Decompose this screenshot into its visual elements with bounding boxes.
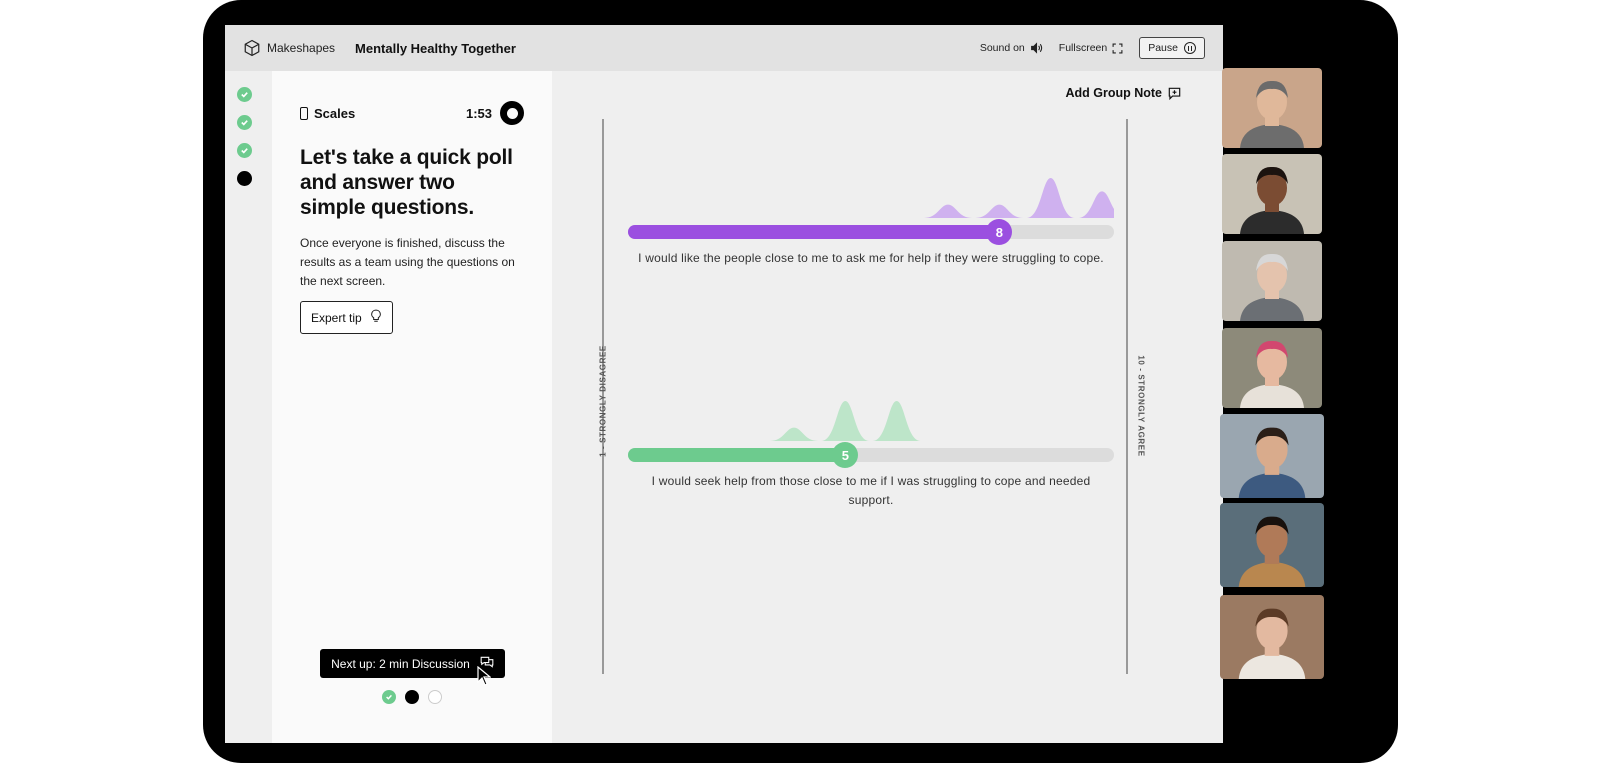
- add-note-icon: [1168, 87, 1181, 100]
- expert-tip-label: Expert tip: [311, 310, 362, 325]
- activity-header: Scales 1:53: [300, 101, 524, 125]
- distribution-hump-8: [975, 204, 1024, 218]
- add-note-label: Add Group Note: [1065, 86, 1162, 100]
- next-up-label: Next up: 2 min Discussion: [331, 656, 470, 671]
- question-text: I would like the people close to me to a…: [638, 251, 1104, 265]
- logo-text: Makeshapes: [267, 41, 336, 55]
- activity-progress: [237, 87, 257, 199]
- activity-panel: Scales 1:53 Let's take a quick poll and …: [272, 71, 552, 743]
- fullscreen-label: Fullscreen: [1058, 42, 1108, 54]
- progress-step-1[interactable]: [237, 87, 252, 102]
- timer-text: 1:53: [465, 105, 492, 121]
- participant-6-video[interactable]: [1220, 503, 1324, 587]
- slider-handle[interactable]: 8: [986, 219, 1013, 245]
- slider-handle[interactable]: 5: [832, 442, 859, 468]
- countdown-timer: 1:53: [466, 101, 524, 125]
- response-distribution: [924, 178, 1114, 218]
- fullscreen-icon: [1112, 43, 1123, 53]
- phone-icon: [300, 106, 308, 120]
- sound-label: Sound on: [979, 42, 1025, 54]
- distribution-hump-4: [770, 427, 818, 441]
- sound-toggle[interactable]: Sound on: [980, 42, 1043, 54]
- distribution-hump-7: [924, 204, 972, 218]
- activity-type: Scales: [300, 106, 355, 121]
- progress-step-4[interactable]: [237, 171, 252, 186]
- app-logo[interactable]: Makeshapes: [243, 39, 335, 57]
- response-distribution: [770, 401, 921, 441]
- pager-dot-1[interactable]: [382, 690, 396, 704]
- pause-button[interactable]: Pause: [1139, 37, 1205, 59]
- distribution-hump-6: [872, 401, 921, 441]
- session-title: Mentally Healthy Together: [355, 40, 516, 56]
- left-axis-label: 1 - STRONGLY DISAGREE: [598, 345, 608, 457]
- participant-4-video[interactable]: [1222, 328, 1322, 408]
- distribution-hump-10: [1078, 191, 1114, 218]
- activity-heading: Let's take a quick poll and answer two s…: [300, 146, 513, 219]
- screen-pager: [382, 690, 442, 704]
- add-group-note-button[interactable]: Add Group Note: [1065, 86, 1181, 100]
- participant-5-video[interactable]: [1220, 414, 1324, 498]
- right-axis-line: [1126, 119, 1128, 674]
- app-screen: Makeshapes Mentally Healthy Together Sou…: [225, 25, 1223, 743]
- question-text: I would seek help from those close to me…: [651, 474, 1091, 507]
- distribution-hump-9: [1026, 178, 1075, 218]
- right-axis-label: 10 - STRONGLY AGREE: [1136, 355, 1146, 457]
- pause-icon: [1184, 42, 1196, 54]
- progress-step-2[interactable]: [237, 115, 252, 130]
- progress-step-3[interactable]: [237, 143, 252, 158]
- top-controls: Sound on Fullscreen Pause: [980, 37, 1205, 59]
- activity-type-label: Scales: [314, 105, 356, 121]
- pause-label: Pause: [1148, 42, 1178, 54]
- timer-ring-icon: [500, 101, 524, 125]
- slider-track[interactable]: 8: [628, 219, 1114, 245]
- lightbulb-icon: [370, 309, 382, 326]
- expert-tip-button[interactable]: Expert tip: [300, 301, 393, 334]
- pager-dot-2[interactable]: [405, 690, 419, 704]
- participant-7-video[interactable]: [1220, 595, 1324, 679]
- cube-logo-icon: [244, 39, 260, 57]
- distribution-hump-5: [821, 401, 870, 441]
- pager-dot-3[interactable]: [428, 690, 442, 704]
- slider-fill: [628, 225, 1000, 239]
- fullscreen-toggle[interactable]: Fullscreen: [1059, 42, 1123, 54]
- slider-fill: [628, 448, 846, 462]
- activity-description: Once everyone is finished, discuss the r…: [300, 236, 515, 288]
- top-bar: Makeshapes Mentally Healthy Together Sou…: [225, 25, 1223, 71]
- participant-1-video[interactable]: [1222, 68, 1322, 148]
- poll-area: Add Group Note 1 - STRONGLY DISAGREE 10 …: [552, 71, 1223, 743]
- mouse-cursor-icon: [477, 666, 491, 686]
- participant-2-video[interactable]: [1222, 154, 1322, 234]
- participant-3-video[interactable]: [1222, 241, 1322, 321]
- speaker-icon: [1030, 42, 1042, 54]
- slider-track[interactable]: 5: [628, 442, 1114, 468]
